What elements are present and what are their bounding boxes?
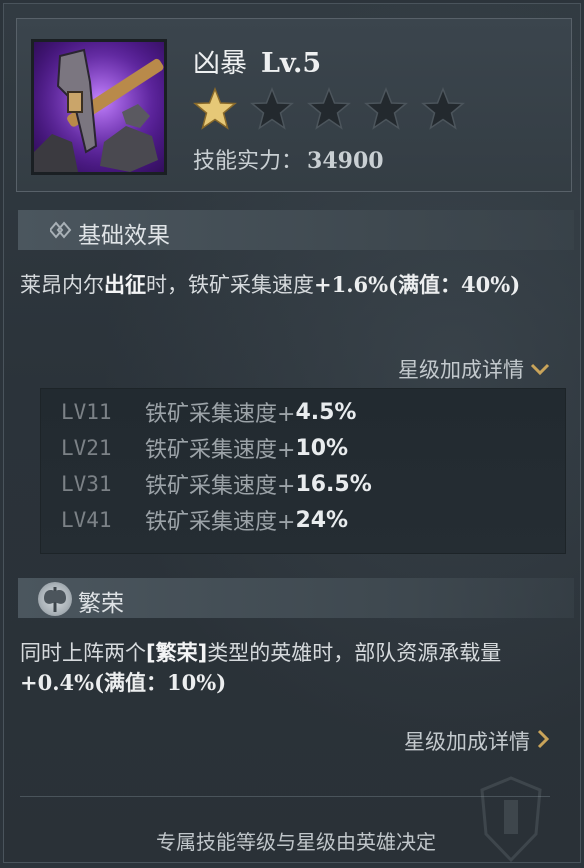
chevron-down-icon [530, 357, 550, 381]
level-label: LV21 [61, 436, 112, 460]
star-empty-icon [420, 86, 466, 131]
basic-desc-hero: 莱昂内尔 [20, 273, 104, 297]
level-value: 24% [295, 507, 349, 533]
level-label: LV31 [61, 472, 112, 496]
prosperity-description: 同时上阵两个[繁荣]类型的英雄时，部队资源承载量 +0.4%(满值：10%) [20, 638, 550, 698]
star-empty-icon [249, 86, 295, 131]
skill-detail-panel: 凶暴 Lv.5 技能实力： 34900 基础效果 莱昂内尔出征时，铁矿采集速度+1.… [3, 3, 581, 863]
star-bonus-levels: LV11 铁矿采集速度+ 4.5% LV21 铁矿采集速度+ 10% LV31 铁矿… [40, 388, 566, 554]
skill-level: Lv.5 [261, 48, 322, 79]
basic-desc-keyword: 出征 [104, 273, 146, 297]
basic-effect-description: 莱昂内尔出征时，铁矿采集速度+1.6%(满值：40%) [20, 270, 576, 300]
hammer-skill-icon [31, 39, 167, 175]
level-value: 16.5% [295, 471, 372, 497]
basic-star-bonus-toggle[interactable]: 星级加成详情 [398, 354, 550, 384]
basic-star-bonus-label: 星级加成详情 [398, 358, 524, 382]
prosperity-desc-value: +0.4%(满值：10%) [20, 670, 227, 695]
skill-power: 技能实力： 34900 [193, 143, 384, 175]
prosperity-header: 繁荣 [18, 578, 574, 618]
level-text: 铁矿采集速度+ [145, 510, 296, 535]
prosperity-star-bonus-label: 星级加成详情 [404, 730, 530, 754]
skill-header: 凶暴 Lv.5 技能实力： 34900 [16, 18, 572, 192]
level-label: LV41 [61, 508, 112, 532]
skill-title: 凶暴 Lv.5 [193, 41, 321, 80]
level-row: LV41 铁矿采集速度+ 24% [61, 503, 348, 537]
level-row: LV31 铁矿采集速度+ 16.5% [61, 467, 372, 501]
level-text: 铁矿采集速度+ [145, 438, 296, 463]
star-rating [192, 86, 466, 131]
skill-power-value: 34900 [307, 148, 384, 174]
basic-desc-value: +1.6%(满值：40%) [314, 272, 521, 297]
star-filled-icon [192, 86, 238, 131]
skill-power-label: 技能实力： [193, 149, 304, 174]
level-row: LV21 铁矿采集速度+ 10% [61, 431, 348, 465]
level-row: LV11 铁矿采集速度+ 4.5% [61, 395, 356, 429]
level-label: LV11 [61, 400, 112, 424]
double-diamond-icon [48, 220, 72, 244]
star-empty-icon [306, 86, 352, 131]
level-value: 4.5% [295, 399, 357, 425]
footer-divider [20, 796, 550, 797]
prosperity-desc-text: 同时上阵两个 [20, 641, 146, 665]
star-empty-icon [363, 86, 409, 131]
level-text: 铁矿采集速度+ [145, 474, 296, 499]
level-value: 10% [295, 435, 349, 461]
prosperity-desc-text2: 类型的英雄时，部队资源承载量 [207, 641, 502, 665]
prosperity-star-bonus-link[interactable]: 星级加成详情 [404, 726, 550, 756]
prosperity-desc-tag: [繁荣] [146, 641, 208, 665]
footer-note: 专属技能等级与星级由英雄决定 [156, 830, 436, 854]
prosperity-title: 繁荣 [78, 591, 124, 617]
chevron-right-icon [536, 729, 550, 754]
level-text: 铁矿采集速度+ [145, 402, 296, 427]
basic-effect-title: 基础效果 [78, 223, 170, 249]
basic-desc-text: 时，铁矿采集速度 [146, 273, 314, 297]
skill-name: 凶暴 [193, 48, 247, 79]
prosperity-axe-icon [38, 582, 72, 616]
basic-effect-header: 基础效果 [18, 210, 574, 250]
